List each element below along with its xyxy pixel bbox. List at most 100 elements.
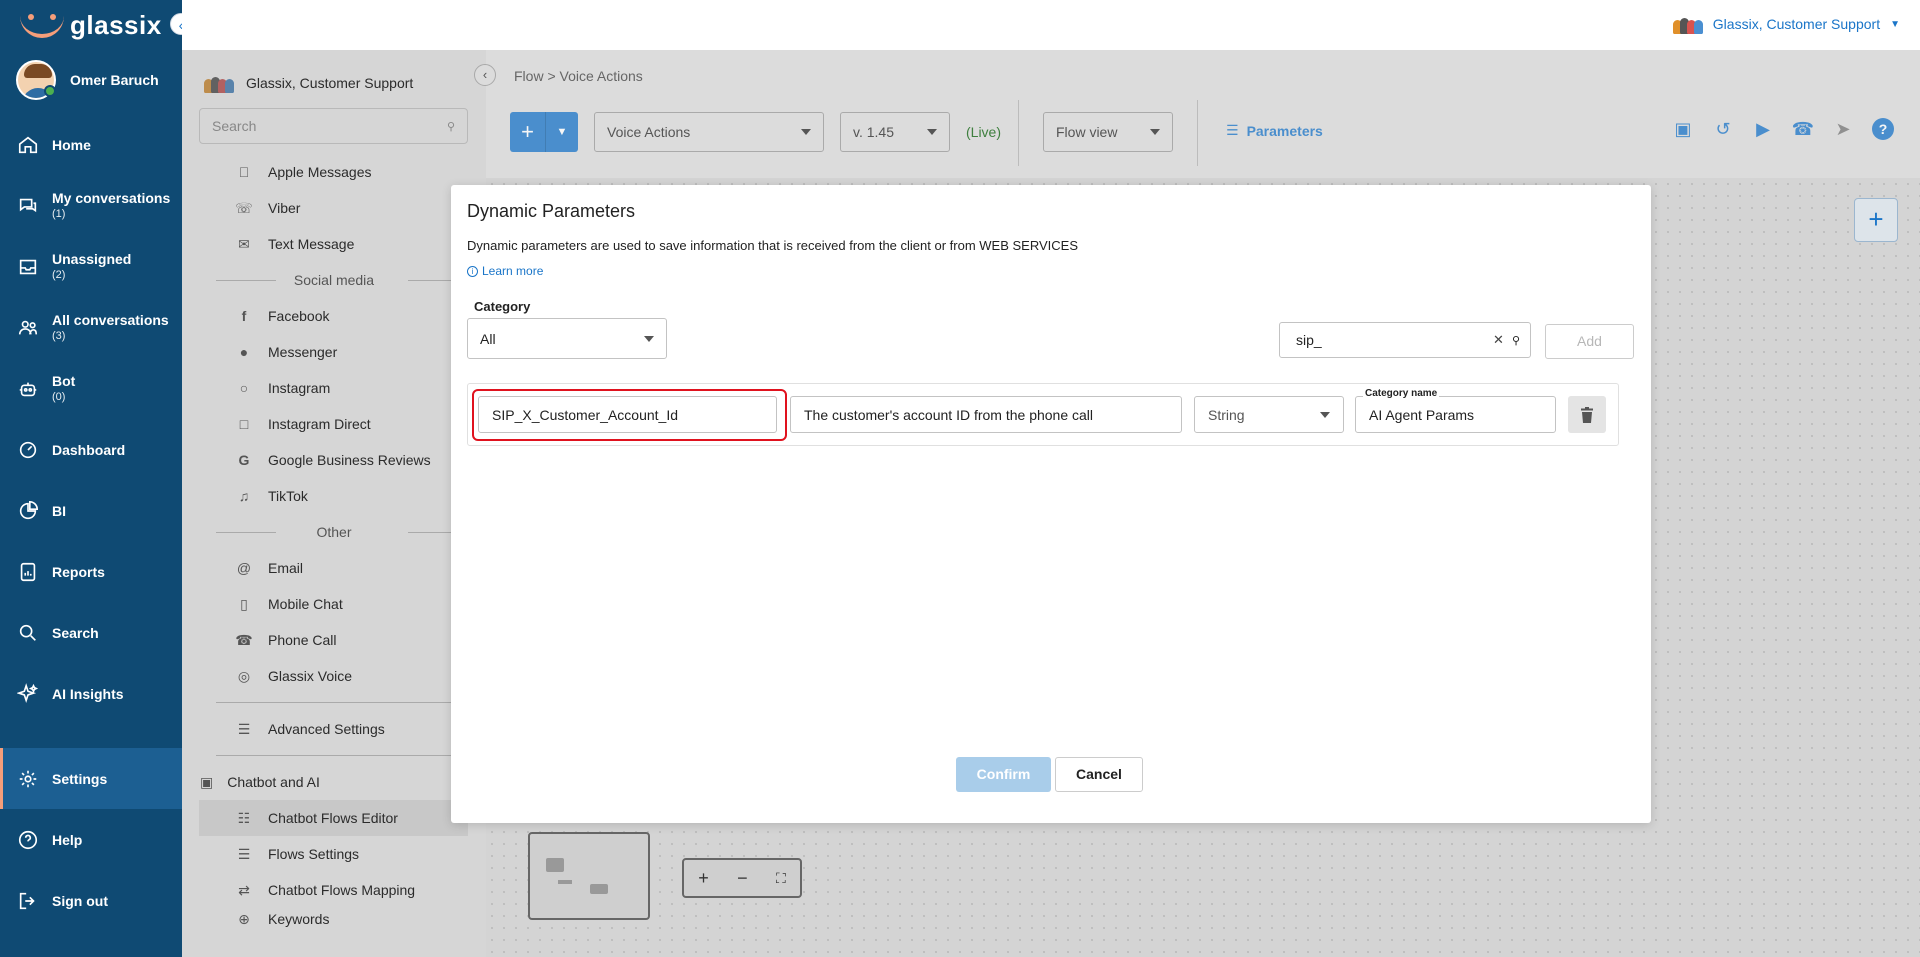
settings-account-name: Glassix, Customer Support (246, 75, 414, 91)
fit-screen-icon[interactable]: ⛶ (776, 870, 786, 887)
nav-sign-out[interactable]: Sign out (0, 870, 182, 931)
instagram-direct-icon: □ (239, 416, 249, 432)
nav-unassigned[interactable]: Unassigned (2) (0, 236, 182, 297)
account-switcher[interactable]: Glassix, Customer Support ▼ (1672, 14, 1900, 34)
settings-item-viber[interactable]: ☏ Viber (182, 190, 486, 226)
tiktok-icon: ♫ (238, 488, 250, 504)
settings-item-label: Messenger (268, 344, 338, 360)
settings-item-text-message[interactable]: ✉ Text Message (182, 226, 486, 262)
add-node-canvas-button[interactable]: + (1854, 198, 1898, 242)
settings-item-flows-settings[interactable]: ☰ Flows Settings (182, 836, 486, 872)
home-icon (16, 133, 40, 157)
google-icon: G (238, 452, 250, 468)
flow-select[interactable]: Voice Actions (594, 112, 824, 152)
chevron-down-icon (927, 129, 937, 135)
group-label: Other (316, 524, 352, 540)
at-icon: @ (236, 560, 252, 576)
settings-item-advanced[interactable]: ☰ Advanced Settings (182, 711, 486, 747)
add-button[interactable]: Add (1545, 324, 1634, 359)
settings-item-google-business[interactable]: G Google Business Reviews (182, 442, 486, 478)
phone-icon[interactable]: ☎ (1792, 118, 1814, 140)
settings-search-input[interactable]: Search ⚲ (199, 108, 468, 144)
parameter-type-select[interactable]: String (1194, 396, 1344, 433)
nav-label: Help (52, 831, 83, 848)
settings-item-messenger[interactable]: ● Messenger (182, 334, 486, 370)
view-select[interactable]: Flow view (1043, 112, 1173, 152)
settings-item-chatbot-flows-editor[interactable]: ☷ Chatbot Flows Editor (199, 800, 468, 836)
delete-parameter-button[interactable] (1568, 396, 1606, 433)
clear-icon[interactable]: ✕ (1493, 332, 1504, 348)
confirm-button[interactable]: Confirm (956, 757, 1051, 792)
chevron-down-icon[interactable]: ▼ (546, 112, 578, 152)
parameter-name-value: SIP_X_Customer_Account_Id (492, 406, 678, 423)
parameter-category-field[interactable]: AI Agent Params (1355, 396, 1556, 433)
play-icon[interactable]: ▶ (1752, 118, 1774, 140)
help-icon[interactable]: ? (1872, 118, 1894, 140)
category-chatbot-ai[interactable]: ▣ Chatbot and AI (182, 764, 486, 800)
chevron-down-icon (644, 335, 654, 342)
undo-icon[interactable]: ↺ (1712, 118, 1734, 140)
category-select[interactable]: All (467, 318, 667, 359)
online-status-dot (44, 85, 56, 97)
save-icon[interactable]: ▣ (1672, 118, 1694, 140)
account-name: Glassix, Customer Support (1712, 16, 1881, 32)
parameter-name-field[interactable]: SIP_X_Customer_Account_Id (478, 396, 777, 433)
settings-item-glassix-voice[interactable]: ◎ Glassix Voice (182, 658, 486, 694)
settings-item-label: Chatbot Flows Editor (268, 810, 398, 826)
settings-item-instagram-direct[interactable]: □ Instagram Direct (182, 406, 486, 442)
user-profile[interactable]: Omer Baruch (0, 50, 182, 110)
nav-search[interactable]: Search (0, 602, 182, 663)
group-social-media: Social media (182, 262, 486, 298)
parameters-button[interactable]: ☰ Parameters (1226, 122, 1323, 139)
nav-label: Dashboard (52, 441, 126, 458)
nav-reports[interactable]: Reports (0, 541, 182, 602)
flow-icon: ☷ (237, 809, 251, 826)
parameter-search-input[interactable]: sip_ ✕ ⚲ (1279, 322, 1531, 358)
settings-item-facebook[interactable]: f Facebook (182, 298, 486, 334)
settings-item-instagram[interactable]: ○ Instagram (182, 370, 486, 406)
parameters-label: Parameters (1246, 122, 1323, 139)
search-icon: ⚲ (446, 120, 455, 133)
nav-home[interactable]: Home (0, 114, 182, 175)
settings-item-email[interactable]: @ Email (182, 550, 486, 586)
top-bar: Glassix, Customer Support ▼ (182, 0, 1920, 50)
settings-item-tiktok[interactable]: ♫ TikTok (182, 478, 486, 514)
cancel-button[interactable]: Cancel (1055, 757, 1143, 792)
settings-item-phone-call[interactable]: ☎ Phone Call (182, 622, 486, 658)
learn-more-link[interactable]: i Learn more (467, 264, 543, 278)
team-icon (1672, 14, 1703, 34)
minimap[interactable] (528, 832, 650, 920)
rocket-icon[interactable]: ➤ (1832, 118, 1854, 140)
list-icon: ☰ (1226, 122, 1239, 138)
nav-settings[interactable]: Settings (0, 748, 182, 809)
nav-count: (3) (52, 329, 66, 342)
version-select[interactable]: v. 1.45 (840, 112, 950, 152)
nav-all-conversations[interactable]: All conversations (3) (0, 297, 182, 358)
settings-item-flows-mapping[interactable]: ⇄ Chatbot Flows Mapping (182, 872, 486, 908)
search-placeholder: Search (212, 118, 257, 134)
settings-item-apple-messages[interactable]:  Apple Messages (182, 154, 486, 190)
nav-bot[interactable]: Bot (0) (0, 358, 182, 419)
nav-label: Reports (52, 563, 105, 580)
group-label: Social media (293, 272, 375, 288)
parameter-description-field[interactable]: The customer's account ID from the phone… (790, 396, 1182, 433)
nav-ai-insights[interactable]: AI Insights (0, 663, 182, 724)
settings-item-mobile-chat[interactable]: ▯ Mobile Chat (182, 586, 486, 622)
report-icon (16, 560, 40, 584)
zoom-out-icon[interactable]: − (737, 868, 748, 889)
nav-help[interactable]: Help (0, 809, 182, 870)
zoom-controls: + − ⛶ (682, 858, 802, 898)
minimap-node (558, 880, 572, 884)
nav-bi[interactable]: BI (0, 480, 182, 541)
nav-dashboard[interactable]: Dashboard (0, 419, 182, 480)
users-icon (16, 316, 40, 340)
pie-icon (16, 499, 40, 523)
nav-my-conversations[interactable]: My conversations (1) (0, 175, 182, 236)
add-node-button[interactable]: + ▼ (510, 112, 578, 152)
settings-item-keywords[interactable]: ⊕ Keywords (182, 908, 486, 930)
signout-icon (16, 889, 40, 913)
divider (1018, 100, 1019, 166)
zoom-in-icon[interactable]: + (698, 868, 709, 889)
sliders-icon: ☰ (237, 720, 251, 737)
settings-item-label: Keywords (268, 911, 330, 927)
